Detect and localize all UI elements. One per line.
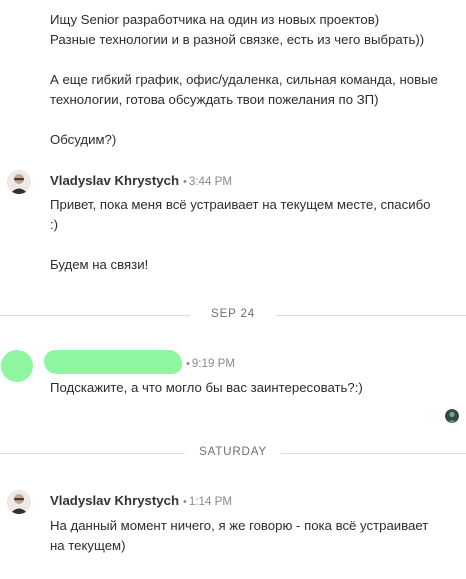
message-line: Привет, пока меня всё устраивает на теку…	[50, 197, 431, 212]
avatar-redacted[interactable]	[1, 350, 33, 382]
message-line: на текущем)	[50, 538, 126, 553]
seen-receipt-icon	[445, 409, 459, 423]
message-line: Подскажите, а что могло бы вас заинтерес…	[50, 380, 363, 395]
message-body: Подскажите, а что могло бы вас заинтерес…	[50, 378, 460, 398]
person-avatar-icon	[7, 170, 31, 194]
separator-dot: •	[183, 176, 187, 188]
message-line: Ищу Senior разработчика на один из новых…	[50, 12, 380, 27]
message-line: Обсудим?)	[50, 132, 117, 147]
message-body-intro: Ищу Senior разработчика на один из новых…	[50, 10, 460, 150]
message-time: 3:44 PM	[188, 175, 233, 188]
separator-dot: •	[186, 358, 190, 370]
person-avatar-icon	[7, 490, 31, 514]
date-divider-label: SEP 24	[211, 307, 255, 320]
date-divider-label: SATURDAY	[199, 445, 267, 458]
message-line: :)	[50, 217, 59, 232]
message-line	[50, 110, 460, 130]
message-body: Привет, пока меня всё устраивает на теку…	[50, 195, 460, 275]
date-divider: SATURDAY	[0, 444, 466, 462]
message-line	[50, 235, 460, 255]
message-time: 1:14 PM	[188, 495, 233, 508]
message-line: Будем на связи!	[50, 257, 149, 272]
message-header: • 9:19 PM	[182, 354, 235, 373]
message-body: На данный момент ничего, я же говорю - п…	[50, 516, 460, 556]
message-line	[50, 50, 460, 70]
message-line: Разные технологии и в разной связке, ест…	[50, 32, 425, 47]
separator-dot: •	[183, 496, 187, 508]
sender-name[interactable]: Vladyslav Khrystych	[50, 493, 179, 508]
avatar[interactable]	[7, 490, 31, 514]
divider-line	[276, 315, 466, 316]
sender-name-redacted	[44, 350, 182, 374]
message-header: Vladyslav Khrystych • 3:44 PM	[50, 172, 232, 191]
message-line: На данный момент ничего, я же говорю - п…	[50, 518, 429, 533]
avatar[interactable]	[7, 170, 31, 194]
message-time: 9:19 PM	[191, 357, 236, 370]
message-header: Vladyslav Khrystych • 1:14 PM	[50, 492, 232, 511]
date-divider: SEP 24	[0, 306, 466, 324]
message-line: технологии, готова обсуждать твои пожела…	[50, 92, 379, 107]
divider-line	[281, 453, 466, 454]
sender-name[interactable]: Vladyslav Khrystych	[50, 173, 179, 188]
message-line: А еще гибкий график, офис/удаленка, силь…	[50, 72, 438, 87]
